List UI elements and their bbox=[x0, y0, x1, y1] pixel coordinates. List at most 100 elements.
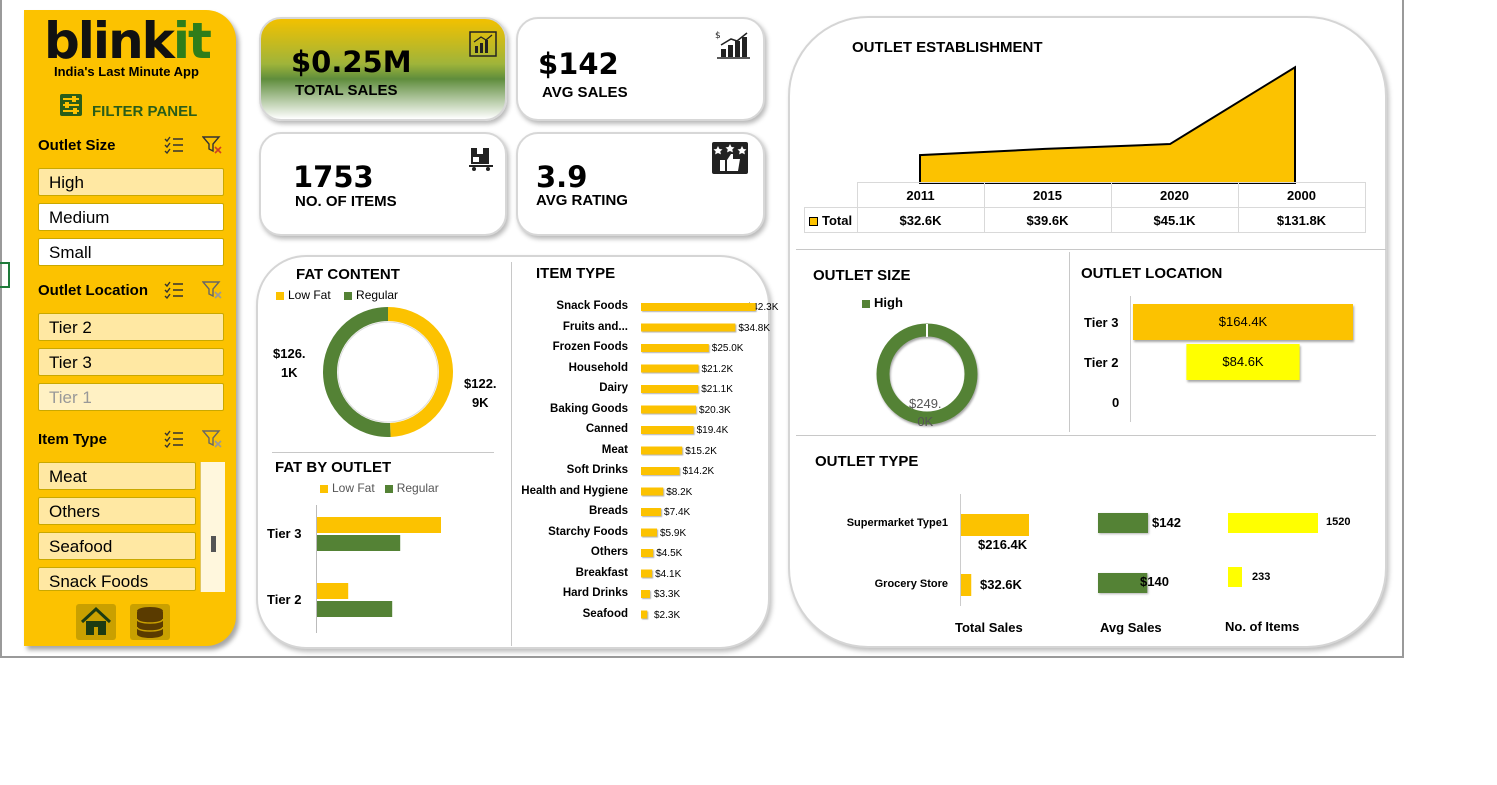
legend-swatch-low-fat bbox=[320, 484, 328, 493]
table-cell: $39.6K bbox=[983, 207, 1112, 233]
slicer-item-others[interactable]: Others bbox=[38, 497, 196, 525]
kpi-total-sales-card: $0.25M TOTAL SALES bbox=[259, 17, 507, 121]
logo-main-text: blink bbox=[44, 12, 175, 70]
blinkit-logo: blinkit bbox=[44, 12, 212, 70]
area-series-total bbox=[919, 65, 1296, 184]
column-label: Avg Sales bbox=[1100, 620, 1162, 635]
kpi-label: AVG RATING bbox=[536, 192, 628, 209]
data-label: 233 bbox=[1252, 571, 1271, 583]
axis-label: Starchy Foods bbox=[548, 525, 628, 538]
table-cell: $32.6K bbox=[856, 207, 985, 233]
scroll-thumb[interactable] bbox=[211, 536, 216, 552]
table-header-cell: 2015 bbox=[983, 182, 1112, 208]
table-cell: $131.8K bbox=[1237, 207, 1366, 233]
axis-label: Snack Foods bbox=[556, 300, 628, 312]
fat-content-donut-chart bbox=[323, 307, 453, 437]
multi-select-icon[interactable] bbox=[164, 430, 184, 448]
slicer-item-medium[interactable]: Medium bbox=[38, 203, 224, 231]
filter-sidebar: blinkit India's Last Minute App FILTER P… bbox=[24, 10, 236, 646]
slicer-item-small[interactable]: Small bbox=[38, 238, 224, 266]
item-type-bar bbox=[641, 590, 650, 598]
donut-slice-regular bbox=[323, 307, 391, 437]
bar-low-fat bbox=[317, 583, 349, 599]
panel-divider bbox=[272, 452, 494, 453]
item-type-bar bbox=[641, 426, 694, 434]
axis-label: Frozen Foods bbox=[552, 341, 628, 353]
data-label: 1520 bbox=[1326, 516, 1351, 528]
table-cell: $45.1K bbox=[1110, 207, 1239, 233]
slicer-item-seafood[interactable]: Seafood bbox=[38, 532, 196, 560]
item-type-bar bbox=[641, 446, 683, 455]
fat-content-title: FAT CONTENT bbox=[296, 266, 400, 283]
data-label: $216.4K bbox=[978, 537, 1028, 552]
kpi-value: $0.25M bbox=[291, 45, 412, 79]
bar-no-of-items bbox=[1228, 567, 1242, 587]
item-type-bar bbox=[641, 364, 699, 373]
table-header-cell: 2011 bbox=[856, 182, 985, 208]
data-label: $140 bbox=[1140, 574, 1169, 589]
table-header-cell: 2020 bbox=[1110, 182, 1239, 208]
home-icon[interactable] bbox=[76, 604, 116, 640]
axis-label: Canned bbox=[585, 423, 628, 435]
item-type-bar-chart bbox=[641, 303, 756, 619]
axis-label: Health and Hygiene bbox=[521, 484, 628, 497]
item-type-bar bbox=[641, 528, 657, 537]
axis-label: Tier 2 bbox=[267, 592, 302, 607]
legend-swatch-regular bbox=[384, 484, 393, 493]
data-label: 1K bbox=[280, 365, 298, 380]
sales-chart-icon bbox=[469, 31, 497, 57]
kpi-items-card: 1753 NO. OF ITEMS bbox=[259, 132, 507, 236]
outlet-location-funnel-chart: $164.4K $84.6K bbox=[1133, 304, 1353, 380]
slicer-scrollbar[interactable] bbox=[200, 462, 225, 592]
item-type-bar bbox=[641, 467, 680, 475]
data-label: $126. bbox=[273, 346, 306, 361]
row-label: Supermarket Type1 bbox=[846, 517, 948, 529]
kpi-label: AVG SALES bbox=[542, 84, 628, 101]
slicer-item-meat[interactable]: Meat bbox=[38, 462, 196, 490]
slicer-item-high[interactable]: High bbox=[38, 168, 224, 196]
multi-select-icon[interactable] bbox=[164, 281, 184, 299]
legend-label: Low Fat bbox=[332, 481, 375, 495]
tagline: India's Last Minute App bbox=[54, 64, 199, 79]
logo-accent-text: it bbox=[172, 12, 212, 70]
outlet-location-title: OUTLET LOCATION bbox=[1081, 265, 1223, 282]
axis-label: Others bbox=[590, 546, 628, 558]
axis-label: Meat bbox=[601, 443, 628, 456]
data-label: $142 bbox=[1152, 515, 1181, 530]
bar-regular bbox=[317, 601, 393, 617]
outlet-size-title: OUTLET SIZE bbox=[813, 267, 911, 284]
donut-label-low-fat: $122. 9K bbox=[464, 374, 497, 412]
outlet-establishment-area-chart bbox=[919, 65, 1296, 184]
slicer-item-snack-foods[interactable]: Snack Foods bbox=[38, 567, 196, 591]
table-header-cell: 2000 bbox=[1237, 182, 1366, 208]
bar-total-sales bbox=[961, 574, 972, 596]
panel-divider bbox=[1069, 252, 1070, 432]
slicer-item-tier-1[interactable]: Tier 1 bbox=[38, 383, 224, 411]
multi-select-icon[interactable] bbox=[164, 136, 184, 154]
item-type-bar bbox=[641, 303, 756, 311]
item-type-bar bbox=[641, 405, 697, 414]
legend-label: Regular bbox=[396, 481, 439, 495]
clear-filter-icon[interactable] bbox=[202, 430, 222, 448]
item-type-bar bbox=[641, 323, 736, 332]
kpi-value: 1753 bbox=[293, 160, 374, 194]
legend-label: Regular bbox=[356, 288, 399, 302]
item-type-bar bbox=[641, 508, 662, 516]
slicer-item-tier-2[interactable]: Tier 2 bbox=[38, 313, 224, 341]
bar-total-sales bbox=[961, 514, 1029, 536]
outlet-type-title: OUTLET TYPE bbox=[815, 453, 919, 470]
bar-low-fat bbox=[317, 517, 441, 533]
axis-label: Baking Goods bbox=[550, 402, 628, 415]
kpi-label: NO. OF ITEMS bbox=[295, 193, 397, 210]
clear-filter-icon[interactable] bbox=[202, 136, 222, 154]
donut-label-regular: $126. 1K bbox=[273, 344, 306, 382]
axis-label: Tier 2 bbox=[1084, 355, 1119, 370]
database-icon[interactable] bbox=[130, 604, 170, 640]
donut-inner-ring bbox=[337, 321, 439, 423]
clear-filter-icon[interactable] bbox=[202, 281, 222, 299]
slicer-item-tier-3[interactable]: Tier 3 bbox=[38, 348, 224, 376]
axis-label: Tier 3 bbox=[1084, 315, 1119, 330]
item-type-bar bbox=[641, 487, 664, 496]
donut-label-high: $249. 0K bbox=[909, 395, 942, 431]
fat-content-legend: Low Fat Regular bbox=[276, 288, 398, 302]
